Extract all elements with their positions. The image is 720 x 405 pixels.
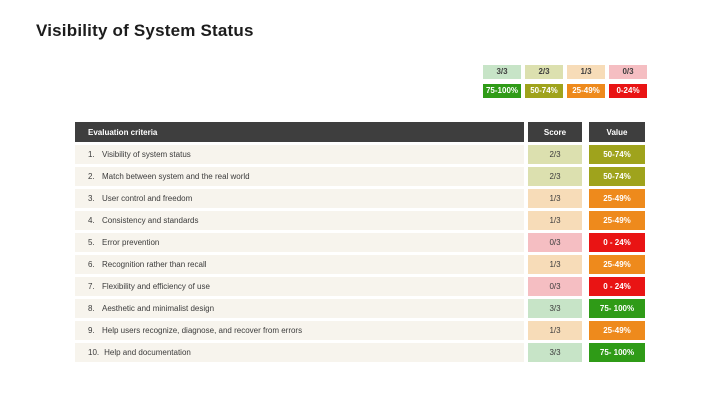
legend-value-badge: 25-49% (567, 84, 605, 98)
value-cell: 75- 100% (589, 299, 645, 318)
score-cell: 1/3 (528, 211, 582, 230)
table-header-row: Evaluation criteria Score Value (75, 122, 645, 142)
criteria-number: 1. (88, 150, 97, 159)
score-cell: 1/3 (528, 321, 582, 340)
criteria-cell: 10. Help and documentation (75, 343, 524, 362)
column-header-value: Value (589, 122, 645, 142)
criteria-label: Error prevention (102, 238, 159, 247)
criteria-cell: 9. Help users recognize, diagnose, and r… (75, 321, 524, 340)
criteria-label: Help and documentation (104, 348, 191, 357)
score-cell: 0/3 (528, 233, 582, 252)
value-cell: 50-74% (589, 167, 645, 186)
criteria-cell: 7. Flexibility and efficiency of use (75, 277, 524, 296)
criteria-cell: 4. Consistency and standards (75, 211, 524, 230)
column-header-criteria: Evaluation criteria (75, 122, 524, 142)
criteria-cell: 3. User control and freedom (75, 189, 524, 208)
criteria-cell: 1. Visibility of system status (75, 145, 524, 164)
table-row: 6. Recognition rather than recall 1/3 25… (75, 255, 645, 274)
table-row: 10. Help and documentation 3/3 75- 100% (75, 343, 645, 362)
legend-score-badge: 2/3 (525, 65, 563, 79)
value-cell: 25-49% (589, 255, 645, 274)
value-cell: 75- 100% (589, 343, 645, 362)
score-cell: 2/3 (528, 167, 582, 186)
legend-score-badge: 1/3 (567, 65, 605, 79)
table-row: 2. Match between system and the real wor… (75, 167, 645, 186)
legend: 3/3 2/3 1/3 0/3 75-100% 50-74% 25-49% 0-… (483, 65, 647, 98)
table-row: 1. Visibility of system status 2/3 50-74… (75, 145, 645, 164)
score-cell: 2/3 (528, 145, 582, 164)
score-cell: 0/3 (528, 277, 582, 296)
value-cell: 0 - 24% (589, 277, 645, 296)
evaluation-table: Evaluation criteria Score Value 1. Visib… (75, 122, 645, 365)
table-body: 1. Visibility of system status 2/3 50-74… (75, 145, 645, 362)
criteria-number: 10. (88, 348, 99, 357)
criteria-number: 8. (88, 304, 97, 313)
criteria-label: User control and freedom (102, 194, 192, 203)
criteria-number: 5. (88, 238, 97, 247)
criteria-number: 2. (88, 172, 97, 181)
legend-value-badge: 75-100% (483, 84, 521, 98)
criteria-label: Match between system and the real world (102, 172, 250, 181)
criteria-label: Consistency and standards (102, 216, 199, 225)
criteria-label: Aesthetic and minimalist design (102, 304, 214, 313)
table-row: 3. User control and freedom 1/3 25-49% (75, 189, 645, 208)
score-cell: 3/3 (528, 343, 582, 362)
value-cell: 25-49% (589, 211, 645, 230)
value-cell: 50-74% (589, 145, 645, 164)
legend-value-badge: 50-74% (525, 84, 563, 98)
legend-value-badge: 0-24% (609, 84, 647, 98)
criteria-label: Visibility of system status (102, 150, 191, 159)
score-cell: 3/3 (528, 299, 582, 318)
page-title: Visibility of System Status (36, 21, 254, 41)
table-row: 4. Consistency and standards 1/3 25-49% (75, 211, 645, 230)
criteria-label: Help users recognize, diagnose, and reco… (102, 326, 302, 335)
criteria-cell: 5. Error prevention (75, 233, 524, 252)
value-cell: 0 - 24% (589, 233, 645, 252)
criteria-number: 4. (88, 216, 97, 225)
criteria-number: 3. (88, 194, 97, 203)
criteria-number: 9. (88, 326, 97, 335)
value-cell: 25-49% (589, 321, 645, 340)
legend-score-badge: 0/3 (609, 65, 647, 79)
legend-score-badge: 3/3 (483, 65, 521, 79)
table-row: 8. Aesthetic and minimalist design 3/3 7… (75, 299, 645, 318)
column-header-score: Score (528, 122, 582, 142)
criteria-label: Recognition rather than recall (102, 260, 207, 269)
criteria-cell: 8. Aesthetic and minimalist design (75, 299, 524, 318)
criteria-cell: 2. Match between system and the real wor… (75, 167, 524, 186)
table-row: 7. Flexibility and efficiency of use 0/3… (75, 277, 645, 296)
criteria-cell: 6. Recognition rather than recall (75, 255, 524, 274)
criteria-number: 7. (88, 282, 97, 291)
criteria-number: 6. (88, 260, 97, 269)
table-row: 9. Help users recognize, diagnose, and r… (75, 321, 645, 340)
value-cell: 25-49% (589, 189, 645, 208)
criteria-label: Flexibility and efficiency of use (102, 282, 210, 291)
table-row: 5. Error prevention 0/3 0 - 24% (75, 233, 645, 252)
score-cell: 1/3 (528, 255, 582, 274)
score-cell: 1/3 (528, 189, 582, 208)
